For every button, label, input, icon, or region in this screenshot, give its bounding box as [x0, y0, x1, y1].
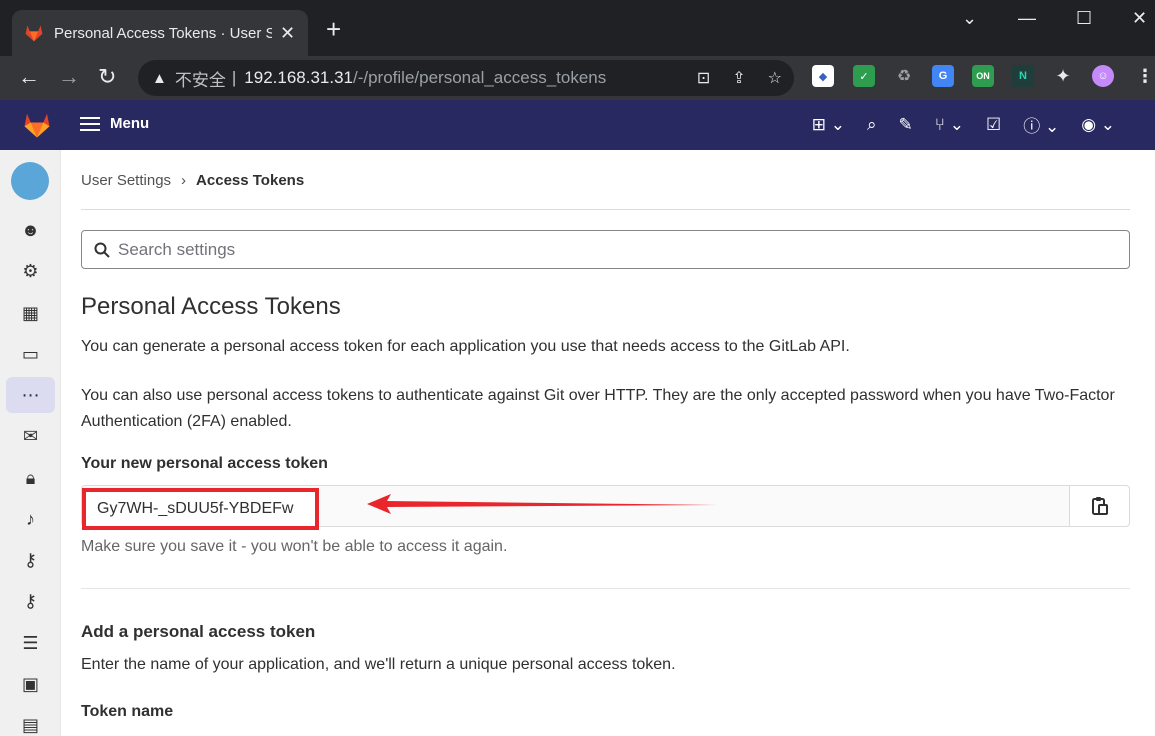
- create-new-icon[interactable]: ⊞ ⌄: [812, 115, 845, 135]
- new-token-label: Your new personal access token: [81, 455, 328, 472]
- n-extension-icon[interactable]: N: [1012, 65, 1034, 87]
- browser-menu-icon[interactable]: ⋮: [1134, 65, 1155, 87]
- preferences-icon[interactable]: ☰: [6, 625, 55, 661]
- extension-1-icon[interactable]: ◆: [812, 65, 834, 87]
- add-token-heading: Add a personal access token: [81, 622, 316, 641]
- search-settings[interactable]: [81, 230, 1130, 269]
- breadcrumb-separator: ›: [181, 172, 187, 189]
- password-icon[interactable]: 🔒︎: [6, 460, 55, 496]
- copy-token-button[interactable]: [1069, 486, 1129, 526]
- tab-search-icon[interactable]: ⌄: [962, 8, 977, 29]
- bookmark-star-icon[interactable]: ☆: [768, 68, 782, 88]
- todos-icon[interactable]: ☑: [986, 115, 1001, 135]
- window-close-icon[interactable]: ✕: [1132, 8, 1147, 29]
- reload-icon[interactable]: ↻: [98, 64, 116, 90]
- clipboard-icon: [1091, 497, 1108, 515]
- back-icon[interactable]: ←: [18, 64, 40, 90]
- url-path: /-/profile/personal_access_tokens: [353, 68, 607, 87]
- user-avatar[interactable]: [11, 162, 49, 200]
- token-name-label: Token name: [81, 703, 174, 720]
- intro-text-2: You can also use personal access tokens …: [81, 387, 1115, 430]
- url-separator: |: [231, 68, 237, 87]
- search-icon: [94, 242, 110, 258]
- breadcrumb-user-settings[interactable]: User Settings: [81, 172, 171, 189]
- access-tokens-icon[interactable]: ⋯: [6, 377, 55, 413]
- extensions-puzzle-icon[interactable]: ✦: [1052, 65, 1074, 87]
- breadcrumb-current[interactable]: Access Tokens: [196, 172, 304, 189]
- on-extension-icon[interactable]: ON: [972, 65, 994, 87]
- browser-tab[interactable]: Personal Access Tokens · User Settings ✕: [12, 10, 308, 56]
- active-sessions-icon[interactable]: ▣: [6, 666, 55, 702]
- maximize-icon[interactable]: ☐: [1076, 8, 1092, 29]
- tab-close-icon[interactable]: ✕: [280, 23, 295, 44]
- shield-extension-icon[interactable]: ✓: [853, 65, 875, 87]
- insecure-label: 不安全: [174, 70, 226, 90]
- ssh-keys-icon[interactable]: ⚷: [6, 542, 55, 578]
- profile-avatar-icon[interactable]: ☺: [1092, 65, 1114, 87]
- intro-text: You can generate a personal access token…: [81, 338, 850, 355]
- save-warning-text: Make sure you save it - you won't be abl…: [81, 538, 508, 555]
- search-input[interactable]: [118, 239, 1018, 260]
- new-tab-button[interactable]: +: [326, 16, 341, 42]
- help-icon[interactable]: ⓘ ⌄: [1023, 112, 1059, 137]
- chat-icon[interactable]: ▭: [6, 336, 55, 372]
- divider: [81, 588, 1130, 589]
- add-token-intro: Enter the name of your application, and …: [81, 656, 676, 673]
- settings-sidebar: ☻ ⚙ ▦ ▭ ⋯ ✉ 🔒︎ ♪ ⚷ ⚷ ☰ ▣ ▤: [0, 150, 61, 736]
- menu-button[interactable]: Menu: [80, 115, 149, 132]
- merge-requests-icon[interactable]: ⑂ ⌄: [935, 115, 964, 135]
- menu-label: Menu: [110, 115, 150, 132]
- page-title: Personal Access Tokens: [81, 293, 341, 320]
- emails-icon[interactable]: ✉: [6, 418, 55, 454]
- gitlab-header: Menu ⊞ ⌄ ⌕ ✎ ⑂ ⌄ ☑ ⓘ ⌄ ◉ ⌄: [0, 100, 1155, 150]
- search-icon[interactable]: ⌕: [867, 115, 877, 135]
- breadcrumb: User Settings › Access Tokens: [81, 172, 304, 189]
- authentication-log-icon[interactable]: ▤: [6, 707, 55, 736]
- tab-title: Personal Access Tokens · User Settings: [54, 24, 272, 42]
- gitlab-logo-icon[interactable]: [22, 110, 52, 140]
- gpg-keys-icon[interactable]: ⚷: [6, 583, 55, 619]
- annotation-arrow: [367, 494, 717, 514]
- new-token-value[interactable]: Gy7WH-_sDUU5f-YBDEFw: [82, 488, 319, 530]
- forward-icon[interactable]: →: [58, 64, 80, 90]
- browser-tabstrip: Personal Access Tokens · User Settings ✕…: [0, 0, 1155, 56]
- notifications-icon[interactable]: ♪: [6, 501, 55, 537]
- recycle-extension-icon[interactable]: ♻: [893, 65, 915, 87]
- divider: [81, 209, 1130, 210]
- applications-icon[interactable]: ▦: [6, 295, 55, 331]
- share-icon[interactable]: ⇪: [732, 68, 745, 88]
- translate-icon[interactable]: ⊡: [697, 68, 710, 88]
- warning-icon: ▲: [152, 69, 167, 87]
- user-avatar-icon[interactable]: ◉ ⌄: [1081, 115, 1115, 135]
- browser-toolbar: ← → ↻ ▲ 不安全 | 192.168.31.31 /-/profile/p…: [0, 56, 1155, 100]
- issues-icon[interactable]: ✎: [899, 115, 913, 135]
- hamburger-icon: [80, 116, 100, 131]
- account-icon[interactable]: ⚙: [6, 253, 55, 289]
- url-host: 192.168.31.31: [244, 68, 353, 87]
- address-bar[interactable]: ▲ 不安全 | 192.168.31.31 /-/profile/persona…: [138, 60, 794, 96]
- translate-extension-icon[interactable]: G: [932, 65, 954, 87]
- gitlab-favicon-icon: [25, 25, 43, 42]
- minimize-icon[interactable]: —: [1018, 8, 1036, 29]
- profile-icon[interactable]: ☻: [6, 212, 55, 248]
